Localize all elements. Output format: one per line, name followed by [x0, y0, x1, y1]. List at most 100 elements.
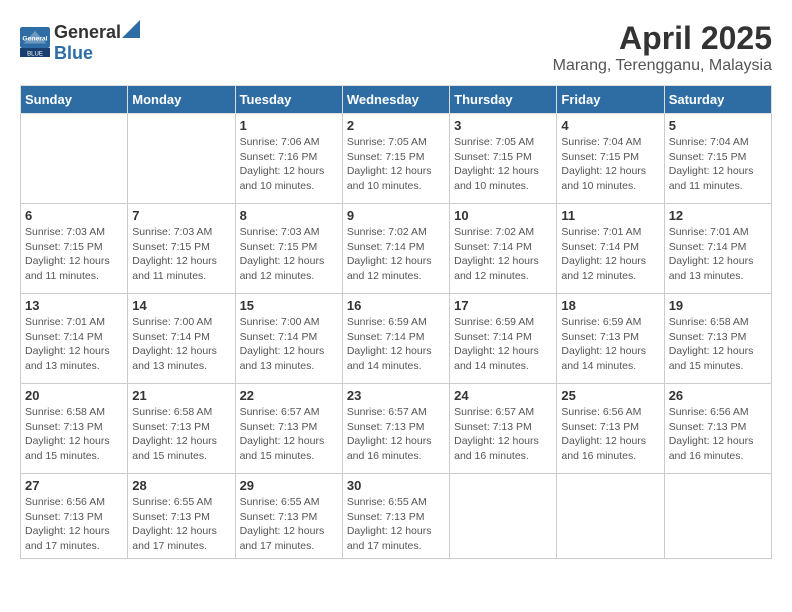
calendar-cell: 16 Sunrise: 6:59 AMSunset: 7:14 PMDayligh…: [342, 294, 449, 384]
day-info: Sunrise: 6:56 AMSunset: 7:13 PMDaylight:…: [561, 405, 659, 464]
calendar-cell: 13 Sunrise: 7:01 AMSunset: 7:14 PMDayligh…: [21, 294, 128, 384]
day-info: Sunrise: 7:05 AMSunset: 7:15 PMDaylight:…: [347, 135, 445, 194]
day-number: 16: [347, 298, 445, 313]
column-header-wednesday: Wednesday: [342, 86, 449, 114]
day-number: 4: [561, 118, 659, 133]
day-number: 21: [132, 388, 230, 403]
calendar-cell: 9 Sunrise: 7:02 AMSunset: 7:14 PMDaylight…: [342, 204, 449, 294]
page-header: BLUE General General Blue April 2025 Mar…: [20, 20, 772, 75]
calendar-cell: 26 Sunrise: 6:56 AMSunset: 7:13 PMDayligh…: [664, 384, 771, 474]
day-number: 17: [454, 298, 552, 313]
location-title: Marang, Terengganu, Malaysia: [553, 57, 772, 75]
calendar-cell: 22 Sunrise: 6:57 AMSunset: 7:13 PMDayligh…: [235, 384, 342, 474]
day-number: 9: [347, 208, 445, 223]
day-number: 29: [240, 478, 338, 493]
calendar-week-row: 27 Sunrise: 6:56 AMSunset: 7:13 PMDayligh…: [21, 474, 772, 559]
logo-blue: Blue: [54, 43, 93, 63]
logo-text: General Blue: [54, 20, 141, 64]
calendar-header-row: SundayMondayTuesdayWednesdayThursdayFrid…: [21, 86, 772, 114]
calendar-cell: 21 Sunrise: 6:58 AMSunset: 7:13 PMDayligh…: [128, 384, 235, 474]
calendar-cell: 12Sunrise: 7:01 AMSunset: 7:14 PMDayligh…: [664, 204, 771, 294]
title-area: April 2025 Marang, Terengganu, Malaysia: [553, 20, 772, 75]
day-info: Sunrise: 7:05 AMSunset: 7:15 PMDaylight:…: [454, 135, 552, 194]
day-info: Sunrise: 6:58 AMSunset: 7:13 PMDaylight:…: [669, 315, 767, 374]
calendar-week-row: 20 Sunrise: 6:58 AMSunset: 7:13 PMDayligh…: [21, 384, 772, 474]
day-info: Sunrise: 6:57 AMSunset: 7:13 PMDaylight:…: [347, 405, 445, 464]
calendar-cell: 17 Sunrise: 6:59 AMSunset: 7:14 PMDayligh…: [450, 294, 557, 384]
day-number: 24: [454, 388, 552, 403]
day-number: 14: [132, 298, 230, 313]
day-number: 6: [25, 208, 123, 223]
day-info: Sunrise: 7:01 AMSunset: 7:14 PMDaylight:…: [25, 315, 123, 374]
calendar-cell: 7 Sunrise: 7:03 AMSunset: 7:15 PMDaylight…: [128, 204, 235, 294]
calendar-cell: [557, 474, 664, 559]
calendar-cell: 30 Sunrise: 6:55 AMSunset: 7:13 PMDayligh…: [342, 474, 449, 559]
day-info: Sunrise: 7:00 AMSunset: 7:14 PMDaylight:…: [240, 315, 338, 374]
day-info: Sunrise: 7:01 AMSunset: 7:14 PMDaylight:…: [561, 225, 659, 284]
calendar-cell: 23Sunrise: 6:57 AMSunset: 7:13 PMDayligh…: [342, 384, 449, 474]
day-info: Sunrise: 6:58 AMSunset: 7:13 PMDaylight:…: [132, 405, 230, 464]
day-number: 10: [454, 208, 552, 223]
day-info: Sunrise: 6:55 AMSunset: 7:13 PMDaylight:…: [347, 495, 445, 554]
day-info: Sunrise: 7:03 AMSunset: 7:15 PMDaylight:…: [132, 225, 230, 284]
calendar-cell: [450, 474, 557, 559]
day-number: 5: [669, 118, 767, 133]
day-info: Sunrise: 7:03 AMSunset: 7:15 PMDaylight:…: [25, 225, 123, 284]
calendar-cell: [128, 114, 235, 204]
day-info: Sunrise: 6:56 AMSunset: 7:13 PMDaylight:…: [25, 495, 123, 554]
day-info: Sunrise: 7:04 AMSunset: 7:15 PMDaylight:…: [669, 135, 767, 194]
day-info: Sunrise: 6:57 AMSunset: 7:13 PMDaylight:…: [454, 405, 552, 464]
day-number: 7: [132, 208, 230, 223]
calendar-cell: 3 Sunrise: 7:05 AMSunset: 7:15 PMDaylight…: [450, 114, 557, 204]
day-number: 20: [25, 388, 123, 403]
column-header-thursday: Thursday: [450, 86, 557, 114]
calendar-week-row: 6 Sunrise: 7:03 AMSunset: 7:15 PMDaylight…: [21, 204, 772, 294]
day-number: 13: [25, 298, 123, 313]
calendar-cell: 8 Sunrise: 7:03 AMSunset: 7:15 PMDaylight…: [235, 204, 342, 294]
day-info: Sunrise: 6:55 AMSunset: 7:13 PMDaylight:…: [132, 495, 230, 554]
calendar-week-row: 13 Sunrise: 7:01 AMSunset: 7:14 PMDayligh…: [21, 294, 772, 384]
calendar-cell: 4Sunrise: 7:04 AMSunset: 7:15 PMDaylight…: [557, 114, 664, 204]
day-number: 3: [454, 118, 552, 133]
day-info: Sunrise: 7:00 AMSunset: 7:14 PMDaylight:…: [132, 315, 230, 374]
calendar-cell: [21, 114, 128, 204]
calendar-cell: 2Sunrise: 7:05 AMSunset: 7:15 PMDaylight…: [342, 114, 449, 204]
calendar-cell: 25 Sunrise: 6:56 AMSunset: 7:13 PMDayligh…: [557, 384, 664, 474]
day-info: Sunrise: 7:03 AMSunset: 7:15 PMDaylight:…: [240, 225, 338, 284]
calendar-cell: 6 Sunrise: 7:03 AMSunset: 7:15 PMDaylight…: [21, 204, 128, 294]
calendar-cell: [664, 474, 771, 559]
day-number: 11: [561, 208, 659, 223]
day-number: 28: [132, 478, 230, 493]
logo-general: General: [54, 22, 121, 43]
day-info: Sunrise: 6:59 AMSunset: 7:14 PMDaylight:…: [347, 315, 445, 374]
calendar-cell: 28 Sunrise: 6:55 AMSunset: 7:13 PMDayligh…: [128, 474, 235, 559]
calendar-cell: 5 Sunrise: 7:04 AMSunset: 7:15 PMDaylight…: [664, 114, 771, 204]
calendar-cell: 19Sunrise: 6:58 AMSunset: 7:13 PMDayligh…: [664, 294, 771, 384]
logo-triangle-icon: [122, 20, 140, 38]
day-number: 30: [347, 478, 445, 493]
column-header-sunday: Sunday: [21, 86, 128, 114]
day-number: 1: [240, 118, 338, 133]
column-header-tuesday: Tuesday: [235, 86, 342, 114]
calendar-week-row: 1Sunrise: 7:06 AMSunset: 7:16 PMDaylight…: [21, 114, 772, 204]
day-info: Sunrise: 6:58 AMSunset: 7:13 PMDaylight:…: [25, 405, 123, 464]
day-number: 8: [240, 208, 338, 223]
day-info: Sunrise: 6:55 AMSunset: 7:13 PMDaylight:…: [240, 495, 338, 554]
day-info: Sunrise: 6:59 AMSunset: 7:13 PMDaylight:…: [561, 315, 659, 374]
day-info: Sunrise: 6:59 AMSunset: 7:14 PMDaylight:…: [454, 315, 552, 374]
day-number: 25: [561, 388, 659, 403]
day-number: 22: [240, 388, 338, 403]
day-number: 18: [561, 298, 659, 313]
day-number: 26: [669, 388, 767, 403]
day-info: Sunrise: 6:57 AMSunset: 7:13 PMDaylight:…: [240, 405, 338, 464]
logo-icon: BLUE General: [20, 27, 50, 57]
calendar-cell: 24 Sunrise: 6:57 AMSunset: 7:13 PMDayligh…: [450, 384, 557, 474]
month-title: April 2025: [553, 20, 772, 57]
logo: BLUE General General Blue: [20, 20, 141, 64]
day-info: Sunrise: 7:01 AMSunset: 7:14 PMDaylight:…: [669, 225, 767, 284]
day-number: 27: [25, 478, 123, 493]
day-info: Sunrise: 7:02 AMSunset: 7:14 PMDaylight:…: [347, 225, 445, 284]
day-info: Sunrise: 6:56 AMSunset: 7:13 PMDaylight:…: [669, 405, 767, 464]
column-header-saturday: Saturday: [664, 86, 771, 114]
column-header-monday: Monday: [128, 86, 235, 114]
